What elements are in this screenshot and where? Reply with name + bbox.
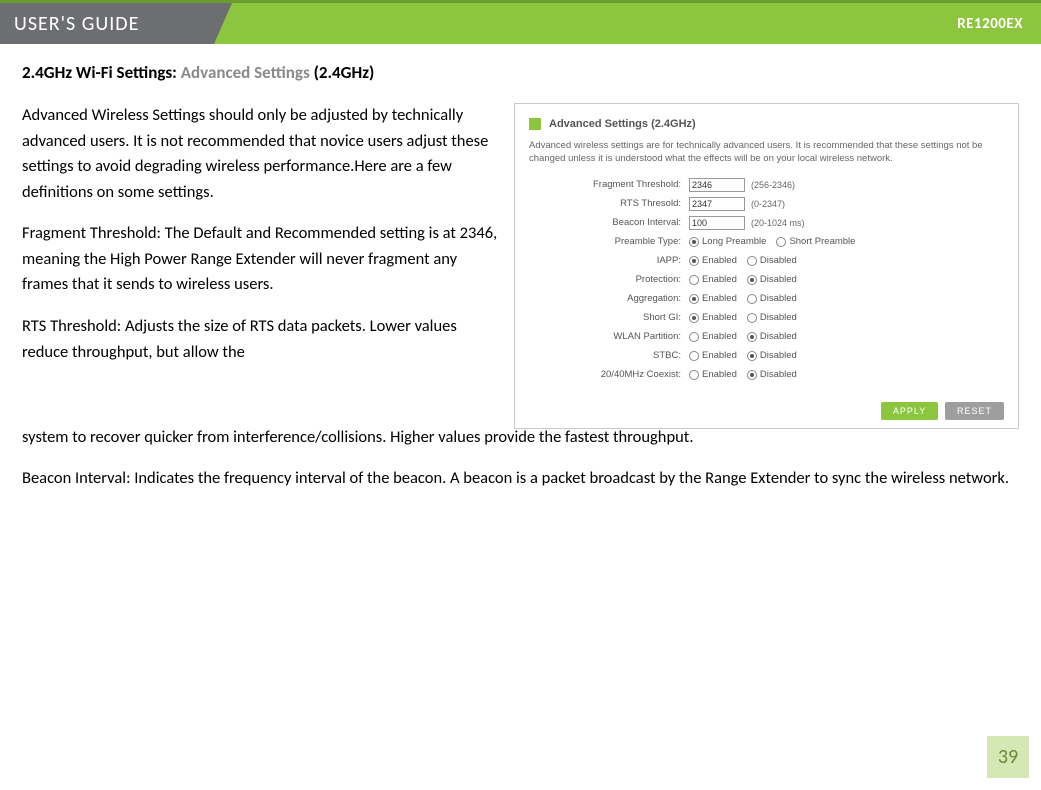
input-hint: (256-2346) — [751, 180, 795, 190]
header-bar: USER'S GUIDE RE1200EX — [0, 0, 1041, 44]
radio-button[interactable] — [747, 370, 757, 380]
radio-label: Disabled — [760, 331, 797, 342]
form-label: Short GI: — [529, 312, 689, 323]
paragraph: Advanced Wireless Settings should only b… — [22, 103, 500, 205]
panel-square-icon — [529, 118, 541, 130]
form-row: RTS Thresold: (0-2347) — [529, 195, 1004, 213]
radio-button[interactable] — [747, 275, 757, 285]
radio-button[interactable] — [689, 256, 699, 266]
radio-label: Enabled — [702, 274, 737, 285]
section-title: 2.4GHz Wi-Fi Settings: Advanced Settings… — [22, 62, 1019, 83]
form-row: Protection: Enabled Disabled — [529, 271, 1004, 289]
text-column-below: system to recover quicker from interfere… — [22, 425, 1019, 492]
radio-button[interactable] — [747, 332, 757, 342]
radio-label: Disabled — [760, 369, 797, 380]
panel-description: Advanced wireless settings are for techn… — [529, 140, 1004, 166]
radio-button[interactable] — [689, 332, 699, 342]
radio-label: Disabled — [760, 293, 797, 304]
form-label: Protection: — [529, 274, 689, 285]
section-title-suffix: (2.4GHz) — [314, 62, 375, 83]
header-title: USER'S GUIDE — [0, 3, 232, 44]
form-row: WLAN Partition: Enabled Disabled — [529, 328, 1004, 346]
form-label: 20/40MHz Coexist: — [529, 369, 689, 380]
section-title-prefix: 2.4GHz Wi-Fi Settings: — [22, 62, 181, 83]
radio-label: Enabled — [702, 312, 737, 323]
form-row: IAPP: Enabled Disabled — [529, 252, 1004, 270]
main-row: Advanced Wireless Settings should only b… — [22, 103, 1019, 429]
settings-panel: Advanced Settings (2.4GHz) Advanced wire… — [514, 103, 1019, 429]
radio-button[interactable] — [747, 351, 757, 361]
form-label: WLAN Partition: — [529, 331, 689, 342]
form-label: Fragment Threshold: — [529, 179, 689, 190]
radio-label: Disabled — [760, 350, 797, 361]
input-hint: (20-1024 ms) — [751, 218, 805, 228]
radio-button[interactable] — [689, 313, 699, 323]
button-row: APPLY RESET — [529, 402, 1004, 420]
radio-label: Enabled — [702, 350, 737, 361]
text-input[interactable] — [689, 216, 745, 230]
radio-label: Disabled — [760, 274, 797, 285]
radio-button[interactable] — [689, 351, 699, 361]
radio-label: Long Preamble — [702, 236, 766, 247]
radio-label: Enabled — [702, 255, 737, 266]
paragraph: Fragment Threshold: The Default and Reco… — [22, 221, 500, 298]
form-label: Preamble Type: — [529, 236, 689, 247]
form-label: STBC: — [529, 350, 689, 361]
form-row: Preamble Type: Long Preamble Short Preambl… — [529, 233, 1004, 251]
form-row: Short GI: Enabled Disabled — [529, 309, 1004, 327]
reset-button[interactable]: RESET — [945, 402, 1004, 420]
radio-button[interactable] — [747, 294, 757, 304]
radio-label: Enabled — [702, 331, 737, 342]
radio-label: Disabled — [760, 255, 797, 266]
radio-button[interactable] — [747, 256, 757, 266]
page-number: 39 — [987, 736, 1029, 778]
text-input[interactable] — [689, 197, 745, 211]
panel-title: Advanced Settings (2.4GHz) — [549, 118, 696, 130]
form-row: 20/40MHz Coexist: Enabled Disabled — [529, 366, 1004, 384]
radio-label: Short Preamble — [789, 236, 855, 247]
text-input[interactable] — [689, 178, 745, 192]
form-rows: Fragment Threshold: (256-2346) RTS Thresol… — [529, 176, 1004, 384]
radio-button[interactable] — [689, 294, 699, 304]
apply-button[interactable]: APPLY — [881, 402, 938, 420]
form-row: Fragment Threshold: (256-2346) — [529, 176, 1004, 194]
radio-label: Enabled — [702, 293, 737, 304]
section-title-gray: Advanced Settings — [181, 62, 314, 83]
header-model: RE1200EX — [957, 15, 1023, 33]
form-row: Beacon Interval: (20-1024 ms) — [529, 214, 1004, 232]
radio-button[interactable] — [776, 237, 786, 247]
radio-label: Enabled — [702, 369, 737, 380]
form-label: Beacon Interval: — [529, 217, 689, 228]
form-row: Aggregation: Enabled Disabled — [529, 290, 1004, 308]
radio-button[interactable] — [689, 237, 699, 247]
text-column: Advanced Wireless Settings should only b… — [22, 103, 500, 381]
paragraph: Beacon Interval: Indicates the frequency… — [22, 466, 1019, 492]
form-label: RTS Thresold: — [529, 198, 689, 209]
radio-button[interactable] — [747, 313, 757, 323]
radio-button[interactable] — [689, 370, 699, 380]
radio-button[interactable] — [689, 275, 699, 285]
paragraph-rts-start: RTS Threshold: Adjusts the size of RTS d… — [22, 314, 500, 365]
panel-title-row: Advanced Settings (2.4GHz) — [529, 118, 1004, 130]
form-row: STBC: Enabled Disabled — [529, 347, 1004, 365]
input-hint: (0-2347) — [751, 199, 785, 209]
page-content: 2.4GHz Wi-Fi Settings: Advanced Settings… — [0, 44, 1041, 492]
radio-label: Disabled — [760, 312, 797, 323]
form-label: IAPP: — [529, 255, 689, 266]
form-label: Aggregation: — [529, 293, 689, 304]
